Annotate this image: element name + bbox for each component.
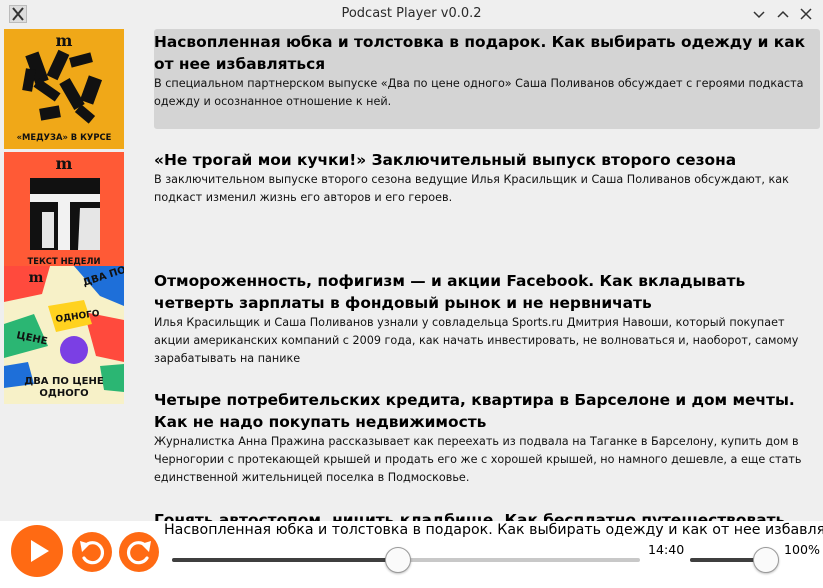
episode-title: Гонять автостопом, ницить кладбище. Как … <box>154 511 786 521</box>
rewind-button[interactable] <box>72 532 112 572</box>
rewind-icon <box>80 541 105 565</box>
episode-artwork[interactable]: ДВА ПО ЦЕНЕ ОДНОГО m ДВА ПО ЦЕНЕ ОДНОГО <box>4 266 124 404</box>
artwork-caption: ТЕКСТ НЕДЕЛИ <box>28 256 101 266</box>
player-bar: Насвопленная юбка и толстовка в подарок.… <box>0 521 823 588</box>
elapsed-time: 14:40 <box>648 542 685 557</box>
artwork-caption: «МЕДУЗА» В КУРСЕ <box>17 132 112 142</box>
volume-handle[interactable] <box>753 547 779 573</box>
episode-list[interactable]: m «МЕДУЗА» В КУРСЕ m ТЕКСТ НЕДЕЛИ ДВА ПО… <box>0 29 823 521</box>
episode-title: Насвопленная юбка и толстовка в подарок.… <box>154 33 806 73</box>
episode-row[interactable]: «Не трогай мои кучки!» Заключительный вы… <box>154 149 820 207</box>
now-playing-title: Насвопленная юбка и толстовка в подарок.… <box>164 522 823 538</box>
episode-artwork[interactable]: m ТЕКСТ НЕДЕЛИ <box>4 152 124 272</box>
meduza-logo: m <box>29 270 44 286</box>
progress-fill <box>172 558 398 562</box>
forward-button[interactable] <box>119 532 159 572</box>
progress-handle[interactable] <box>384 547 411 573</box>
close-icon[interactable] <box>797 5 815 23</box>
episode-artwork[interactable]: m «МЕДУЗА» В КУРСЕ <box>4 29 124 149</box>
artwork-caption: ОДНОГО <box>39 388 88 399</box>
play-button[interactable] <box>11 525 63 577</box>
title-bar: Podcast Player v0.0.2 <box>0 0 823 29</box>
play-icon <box>31 540 49 562</box>
meduza-logo: m <box>56 154 73 173</box>
episode-description: В специальном партнерском выпуске «Два п… <box>154 77 804 108</box>
episode-description: Илья Красильщик и Саша Поливанов узнали … <box>154 316 799 365</box>
forward-icon <box>126 541 151 565</box>
maximize-icon[interactable] <box>774 5 792 23</box>
meduza-logo: m <box>56 31 73 50</box>
episode-row-selected[interactable]: Насвопленная юбка и толстовка в подарок.… <box>154 29 820 129</box>
episode-row[interactable]: Отмороженность, пофигизм — и акции Faceb… <box>154 270 820 368</box>
episode-description: В заключительном выпуске второго сезона … <box>154 173 789 204</box>
episode-title: Четыре потребительских кредита, квартира… <box>154 391 795 431</box>
episode-row[interactable]: Четыре потребительских кредита, квартира… <box>154 389 820 487</box>
episode-title: «Не трогай мои кучки!» Заключительный вы… <box>154 151 737 169</box>
episode-row[interactable]: Гонять автостопом, ницить кладбище. Как … <box>154 509 820 521</box>
episode-description: Журналистка Анна Пражина рассказывает ка… <box>154 435 802 484</box>
artwork-caption: ДВА ПО ЦЕНЕ <box>24 376 104 387</box>
episode-title: Отмороженность, пофигизм — и акции Faceb… <box>154 272 746 312</box>
volume-label: 100% <box>784 542 821 557</box>
minimize-icon[interactable] <box>750 5 768 23</box>
window-title: Podcast Player v0.0.2 <box>341 6 482 21</box>
